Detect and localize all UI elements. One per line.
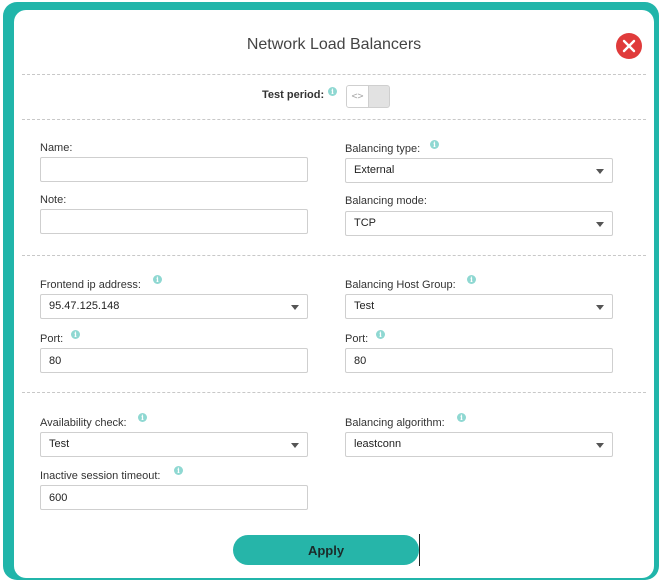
frontend-ip-value: 95.47.125.148 [49,300,120,312]
backend-port-label: Port: [345,333,369,345]
frontend-port-label: Port: [40,333,64,345]
test-period-label: Test period: [262,89,325,101]
balancing-type-select[interactable]: External [345,158,613,183]
note-label: Note: [40,194,67,206]
info-icon[interactable]: i [467,275,476,284]
availability-check-select[interactable]: Test [40,432,308,457]
inactive-timeout-field[interactable] [40,485,308,510]
balancing-mode-value: TCP [354,217,376,229]
balancing-type-value: External [354,164,395,176]
test-period-toggle[interactable]: <> [346,85,390,108]
section-divider [22,119,646,120]
name-label: Name: [40,142,73,154]
chevron-down-icon [291,443,299,448]
frontend-ip-select[interactable]: 95.47.125.148 [40,294,308,319]
balancing-type-label: Balancing type: [345,143,421,155]
info-icon[interactable]: i [430,140,439,149]
section-divider [22,255,646,256]
chevron-down-icon [596,222,604,227]
info-icon[interactable]: i [174,466,183,475]
note-field[interactable] [40,209,308,234]
balancing-algorithm-value: leastconn [354,438,402,450]
info-icon[interactable]: i [71,330,80,339]
close-button[interactable] [616,33,642,59]
code-toggle-icon: <> [347,86,369,107]
balancing-algorithm-label: Balancing algorithm: [345,417,445,429]
info-icon[interactable]: i [138,413,147,422]
balancing-algorithm-select[interactable]: leastconn [345,432,613,457]
backend-port-field[interactable] [345,348,613,373]
availability-check-label: Availability check: [40,417,127,429]
host-group-label: Balancing Host Group: [345,279,456,291]
text-cursor [419,534,420,566]
section-divider [22,392,646,393]
balancing-mode-label: Balancing mode: [345,195,427,207]
info-icon[interactable]: i [328,87,337,96]
chevron-down-icon [596,305,604,310]
dialog-title: Network Load Balancers [246,36,422,53]
chevron-down-icon [596,443,604,448]
info-icon[interactable]: i [376,330,385,339]
chevron-down-icon [596,169,604,174]
availability-check-value: Test [49,438,70,450]
host-group-value: Test [354,300,375,312]
inactive-timeout-label: Inactive session timeout: [40,470,161,482]
balancing-mode-select[interactable]: TCP [345,211,613,236]
close-icon [622,39,636,53]
host-group-select[interactable]: Test [345,294,613,319]
frontend-port-field[interactable] [40,348,308,373]
network-load-balancers-dialog: Network Load Balancers Test period: i <>… [14,10,654,578]
apply-button[interactable]: Apply [233,535,419,565]
name-field[interactable] [40,157,308,182]
chevron-down-icon [291,305,299,310]
frontend-ip-label: Frontend ip address: [40,279,141,291]
info-icon[interactable]: i [457,413,466,422]
info-icon[interactable]: i [153,275,162,284]
section-divider [22,74,646,75]
